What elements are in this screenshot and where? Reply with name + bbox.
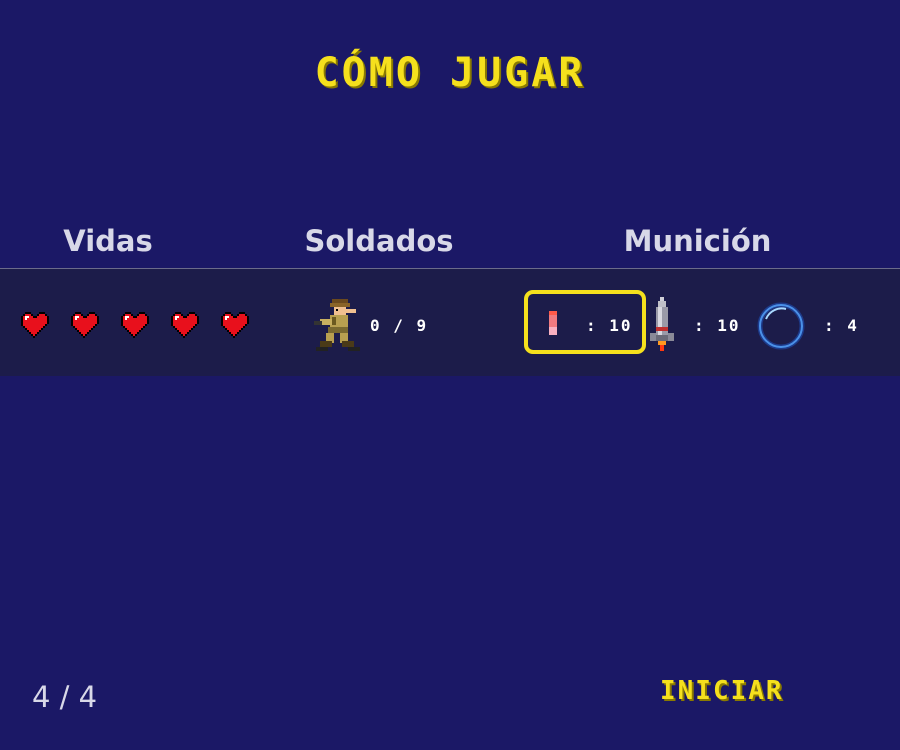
soldiers-counter: 0 / 9 [370, 316, 429, 335]
shield-counter: : 4 [824, 316, 859, 335]
ammo-header: Munición [623, 224, 772, 258]
rocket-icon [650, 297, 674, 351]
shield-bubble-icon [757, 302, 805, 350]
hud-bar: 0 / 9 : 10 : 10 : 4 [0, 268, 900, 376]
soldiers-header: Soldados [304, 224, 454, 258]
heart-icon [21, 312, 49, 338]
heart-icon [71, 312, 99, 338]
heart-icon [121, 312, 149, 338]
soldier-icon [314, 299, 360, 351]
heart-icon [171, 312, 199, 338]
page-title: CÓMO JUGAR [314, 50, 586, 96]
rocket-counter: : 10 [694, 316, 741, 335]
page-indicator: 4 / 4 [32, 680, 98, 714]
heart-icon [221, 312, 249, 338]
lives-header: Vidas [63, 224, 153, 258]
bullet-icon [549, 311, 557, 335]
bullet-counter: : 10 [586, 316, 633, 335]
start-button[interactable]: INICIAR [660, 676, 784, 706]
